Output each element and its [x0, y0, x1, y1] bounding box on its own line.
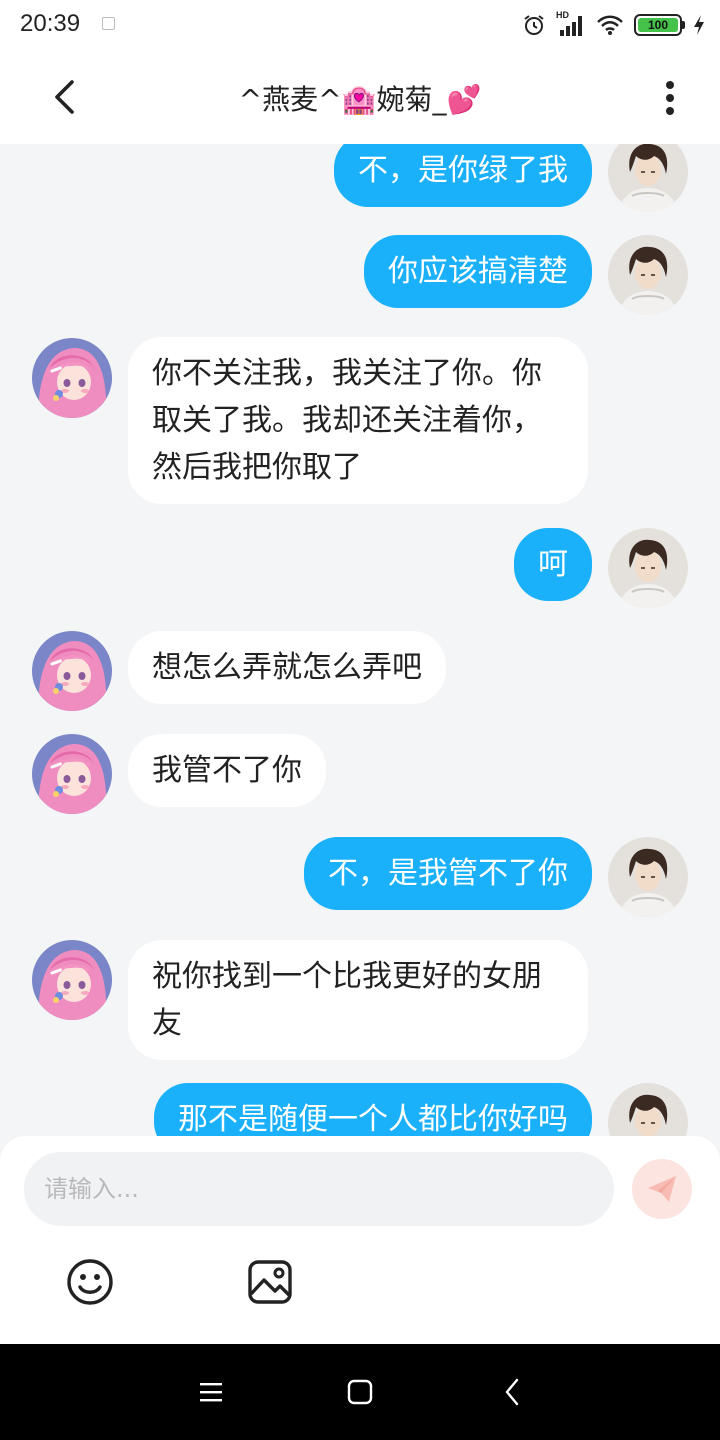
system-back-button[interactable]	[490, 1372, 534, 1412]
outgoing-message-bubble[interactable]: 那不是随便一个人都比你好吗	[154, 1083, 592, 1136]
my-avatar[interactable]	[608, 528, 688, 608]
home-button[interactable]	[338, 1372, 382, 1412]
chat-header: ^燕麦^🏩婉菊_💕	[0, 50, 720, 144]
message-text-line: 友	[152, 1006, 182, 1041]
battery-icon: 100	[634, 14, 685, 36]
incoming-message-bubble[interactable]: 你不关注我，我关注了你。你 取关了我。我却还关注着你， 然后我把你取了	[128, 337, 588, 504]
message-text: 不，是我管不了你	[328, 856, 568, 891]
outgoing-message-bubble[interactable]: 你应该搞清楚	[364, 235, 592, 308]
contact-avatar[interactable]	[32, 631, 112, 711]
more-options-button[interactable]	[646, 74, 694, 122]
battery-level: 100	[638, 18, 678, 32]
incoming-message-bubble[interactable]: 祝你找到一个比我更好的女朋 友	[128, 940, 588, 1060]
contact-avatar[interactable]	[32, 940, 112, 1020]
contact-avatar[interactable]	[32, 734, 112, 814]
message-text-line: 你不关注我，我关注了你。你	[152, 356, 542, 391]
my-avatar[interactable]	[608, 235, 688, 315]
message-text: 你应该搞清楚	[388, 254, 568, 289]
status-time: 20:39	[20, 10, 81, 37]
message-list[interactable]: 不，是你绿了我 你应该搞清楚 你不关注我，我关注了你。你 取关了我。我却还关注着…	[0, 144, 720, 1136]
my-avatar[interactable]	[608, 144, 688, 212]
emoji-button[interactable]	[64, 1256, 116, 1308]
message-text: 呵	[538, 547, 568, 582]
more-vertical-icon	[666, 81, 674, 115]
sim-icon	[102, 17, 115, 30]
incoming-message-bubble[interactable]: 我管不了你	[128, 734, 326, 807]
my-avatar[interactable]	[608, 837, 688, 917]
incoming-message-bubble[interactable]: 想怎么弄就怎么弄吧	[128, 631, 446, 704]
status-bar: 20:39 HD 100	[0, 0, 720, 50]
paper-plane-icon	[648, 1176, 676, 1202]
lightning-icon	[694, 15, 704, 35]
chevron-left-icon	[505, 1378, 519, 1406]
message-text: 那不是随便一个人都比你好吗	[178, 1102, 568, 1136]
chat-title: ^燕麦^🏩婉菊_💕	[238, 83, 482, 116]
outgoing-message-bubble[interactable]: 不，是你绿了我	[334, 144, 592, 207]
contact-avatar[interactable]	[32, 338, 112, 418]
outgoing-message-bubble[interactable]: 呵	[514, 528, 592, 601]
signal-icon: HD	[556, 10, 586, 38]
message-text-line: 祝你找到一个比我更好的女朋	[152, 959, 542, 994]
back-button[interactable]	[36, 72, 92, 122]
message-input[interactable]	[24, 1152, 614, 1226]
message-text-line: 然后我把你取了	[152, 450, 362, 485]
menu-icon	[200, 1383, 222, 1402]
send-button[interactable]	[632, 1159, 692, 1219]
image-icon	[248, 1260, 292, 1304]
status-indicators: HD 100	[522, 10, 706, 40]
square-icon	[347, 1379, 373, 1405]
message-text: 想怎么弄就怎么弄吧	[152, 650, 422, 685]
message-text-line: 取关了我。我却还关注着你，	[152, 403, 542, 438]
wifi-icon	[597, 15, 623, 35]
message-text: 不，是你绿了我	[358, 153, 568, 188]
system-nav-bar	[0, 1344, 720, 1440]
chevron-left-icon	[55, 80, 74, 114]
message-text: 我管不了你	[152, 753, 302, 788]
my-avatar[interactable]	[608, 1083, 688, 1136]
outgoing-message-bubble[interactable]: 不，是我管不了你	[304, 837, 592, 910]
composer	[0, 1136, 720, 1344]
smiley-icon	[67, 1259, 113, 1305]
image-button[interactable]	[244, 1256, 296, 1308]
recent-apps-button[interactable]	[189, 1372, 233, 1412]
alarm-clock-icon	[524, 15, 544, 35]
